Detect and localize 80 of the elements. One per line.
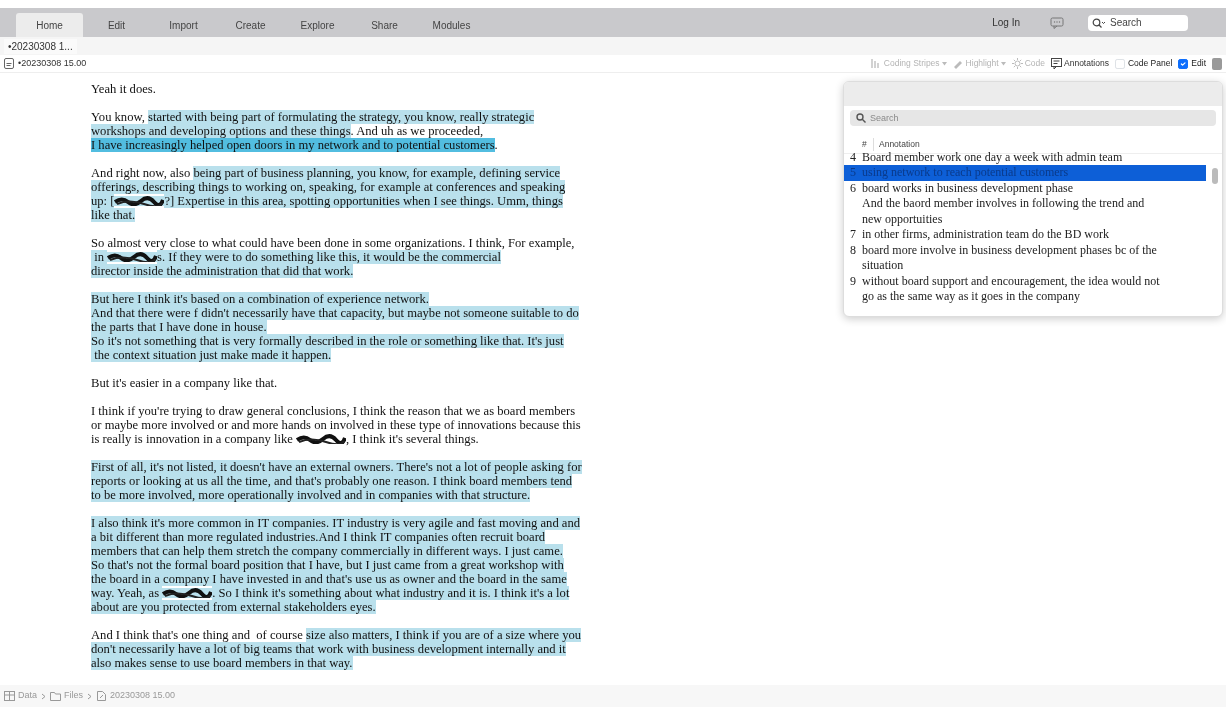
highlighted-text: So it's not something that is very formally described in the role or something like that. It's just <box>91 334 564 348</box>
caret-icon <box>941 61 947 66</box>
chat-icon[interactable] <box>1050 16 1064 29</box>
search-icon <box>1092 17 1106 28</box>
transcript-text: But it's easier in a company like that. <box>91 376 278 390</box>
table-icon <box>4 691 15 701</box>
highlighted-text: the context situation just make made it happen. <box>91 348 332 362</box>
highlighted-text: being part of business planning, you know, for example, defining service <box>193 166 561 180</box>
highlighted-text: about are you protected from external stakeholders eyes. <box>91 600 376 614</box>
highlighted-text: director inside the administration that did that work. <box>91 264 354 278</box>
highlighted-text: in <box>91 250 108 264</box>
pen-icon <box>952 58 964 69</box>
file-icon <box>96 691 108 701</box>
chevron-icon <box>87 692 93 700</box>
transcript-text: And right now, also <box>91 166 192 180</box>
caret-icon <box>1000 61 1006 66</box>
stripes-icon <box>870 58 882 69</box>
menu-tab[interactable]: Create <box>217 13 284 37</box>
highlighted-text: up: [ <box>91 194 115 208</box>
highlighted-text: reports or looking at us all the time, and that's probably one reason. I think board members tend <box>91 474 573 488</box>
menu-tab[interactable]: Home <box>16 13 83 37</box>
comment-icon <box>1051 58 1062 69</box>
document-icon <box>4 58 14 69</box>
checkbox-label: Edit <box>1191 57 1206 70</box>
search-field[interactable]: Search <box>1088 14 1188 31</box>
highlighted-text: don't necessarily have a lot of big teams that work with business development internally and it <box>91 642 566 656</box>
document-title: •20230308 15.00 <box>18 56 87 70</box>
folder-icon <box>50 691 61 701</box>
highlighted-text: the parts that I have done in house. <box>91 320 267 334</box>
highlighted-text: And that there were f didn't necessarily have that capacity, but maybe not someone suitable to do <box>91 306 579 320</box>
highlighted-text: I also think it's more common in IT companies. IT industry is very agile and fast moving and and <box>91 516 581 530</box>
highlighted-text: also makes sense to use board members in that way. <box>91 656 353 670</box>
highlighted-text: offerings, describing things to working on, speaking, for example at conferences and speaking <box>91 180 566 194</box>
annotation-row[interactable]: 4 Board member work one day a week with admin team <box>844 149 1206 166</box>
highlighted-text: workshops and developing options and these things <box>91 124 351 138</box>
highlighted-text: way. Yeah, as <box>91 586 163 600</box>
highlighted-text: But here I think it's based on a combination of experience network. <box>91 292 429 306</box>
column-header: # <box>862 138 874 151</box>
transcript-text: . <box>494 138 498 152</box>
menu-tab[interactable]: Import <box>150 13 217 37</box>
transcript-text: Yeah it does. <box>91 82 156 96</box>
annotation-row[interactable]: 9 without board support and encouragement, the idea would not go as the same way as it goes in the company <box>844 273 1206 305</box>
transcript-text: . And uh as we proceeded, <box>350 124 484 138</box>
transcript-text: or maybe more involved or and more hands on involved in these type of innovations because this <box>91 418 581 432</box>
sun-icon <box>1011 58 1023 69</box>
transcript-text: I think if you're trying to draw general conclusions, I think the reason that we as board members <box>91 404 576 418</box>
document-tab[interactable]: •20230308 1... <box>4 38 77 54</box>
highlighted-text: members that can help them stretch the company commercially in different ways. I just came. <box>91 544 563 558</box>
transcript-text: , I think it's several things. <box>345 432 479 446</box>
highlighted-text: First of all, it's not listed, it doesn't have an external owners. There's not a lot of people asking for <box>91 460 582 474</box>
panel-toggle-icon[interactable] <box>1212 57 1222 70</box>
menu-tab[interactable]: Modules <box>418 13 485 37</box>
highlighted-text: ?] Expertise in this area, spotting opportunities when I see things. Umm, things <box>164 194 563 208</box>
search-field[interactable]: Search <box>850 110 1216 126</box>
menu-tab[interactable]: Share <box>351 13 418 37</box>
highlighted-text: So that's not the formal board position that I have, but I just came from a great workshop with <box>91 558 564 572</box>
chevron-icon <box>41 692 46 700</box>
highlighted-text: . So I think it's something about what industry and it is. I think it's a lot <box>212 586 570 600</box>
menu-tab[interactable]: Explore <box>284 13 351 37</box>
checkbox-label: Code Panel <box>1127 57 1173 70</box>
search-icon <box>856 113 866 123</box>
transcript-text: is really is innovation in a company like <box>91 432 294 446</box>
highlighted-text: size also matters, I think if you are of a size where you <box>305 628 582 642</box>
highlighted-text: like that. <box>91 208 136 222</box>
column-header: Annotation <box>879 138 920 151</box>
highlighted-text: the board in a company I have invested in and that's use us as owner and the board in the same <box>91 572 567 586</box>
highlighted-text: s. If they were to do something like this, it would be the commercial <box>157 250 501 264</box>
transcript-text: So almost very close to what could have been done in some organizations. I think, For example, <box>91 236 575 250</box>
scrollbar-thumb[interactable] <box>1212 167 1218 184</box>
highlighted-text: started with being part of formulating the strategy, you know, really strategic <box>148 110 535 124</box>
highlighted-text: a bit different than more regulated industries.And I think IT companies often recruit board <box>91 530 546 544</box>
transcript-text: You know, <box>91 110 146 124</box>
checkbox[interactable] <box>1178 58 1189 69</box>
login-button[interactable]: Log In <box>986 14 1026 31</box>
toolbar-button[interactable]: Annotations <box>1051 57 1109 70</box>
highlighted-text: to be more involved, more operationally involved and in companies with that structure. <box>91 488 531 502</box>
highlighted-text: I have increasingly helped open doors in my network and to potential customers <box>91 138 495 152</box>
annotation-row[interactable]: 7 in other firms, administration team do the BD work <box>844 227 1206 243</box>
transcript-text: And I think that's one thing and of course <box>91 628 304 642</box>
menu-tab[interactable]: Edit <box>83 13 150 37</box>
